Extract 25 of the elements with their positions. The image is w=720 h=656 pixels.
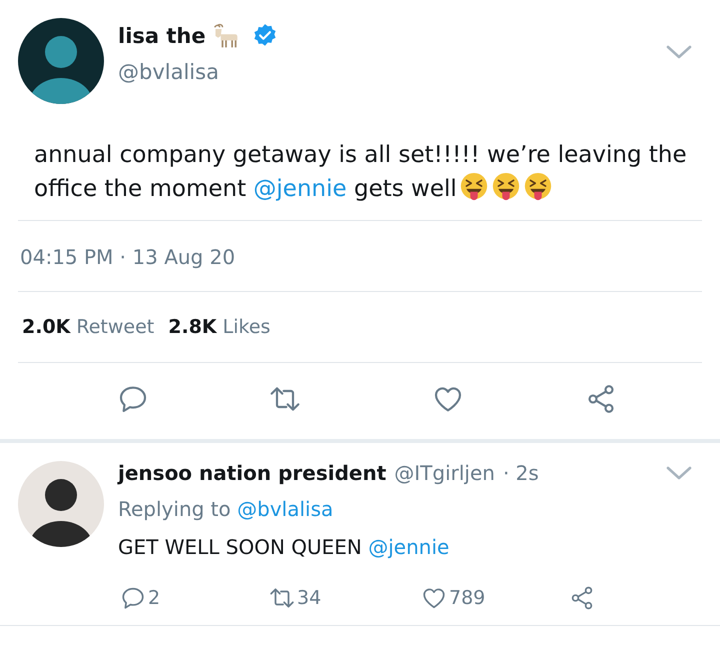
tongue-face-icon bbox=[522, 172, 553, 202]
tweet-text: annual company getaway is all set!!!!! we’re leaving the office the moment @jennie gets well bbox=[34, 141, 688, 204]
timestamp: 04:15 PM · 13 Aug 20 bbox=[19, 244, 236, 271]
mention-link[interactable]: @jennie bbox=[253, 176, 347, 202]
action-count: 34 bbox=[297, 587, 322, 609]
stat-label[interactable]: Likes bbox=[222, 316, 270, 338]
mention-link[interactable]: @jennie bbox=[368, 535, 450, 559]
action-count: 2 bbox=[148, 587, 160, 609]
display-name[interactable]: lisa the bbox=[118, 24, 206, 48]
stat-label[interactable]: Retweet bbox=[76, 316, 154, 338]
display-name[interactable]: jensoo nation president bbox=[118, 461, 386, 485]
action-count: 789 bbox=[449, 587, 486, 609]
goat-icon bbox=[212, 22, 240, 50]
share-icon[interactable] bbox=[569, 585, 595, 611]
mention-link[interactable]: @bvlalisa bbox=[237, 497, 334, 521]
reply-icon[interactable] bbox=[120, 585, 146, 611]
stat-count: 2.0K bbox=[22, 316, 70, 338]
reply-time: · 2s bbox=[502, 461, 539, 485]
replying-to-text: Replying to @bvlalisa bbox=[118, 497, 334, 521]
user-handle[interactable]: @bvlalisa bbox=[118, 60, 652, 84]
user-handle[interactable]: @ITgirljen bbox=[394, 461, 495, 485]
stat-count: 2.8K bbox=[168, 316, 217, 338]
reply-text: GET WELL SOON QUEEN @jennie bbox=[118, 535, 450, 559]
tongue-face-icon bbox=[458, 172, 489, 202]
tongue-face-icon bbox=[490, 172, 521, 202]
